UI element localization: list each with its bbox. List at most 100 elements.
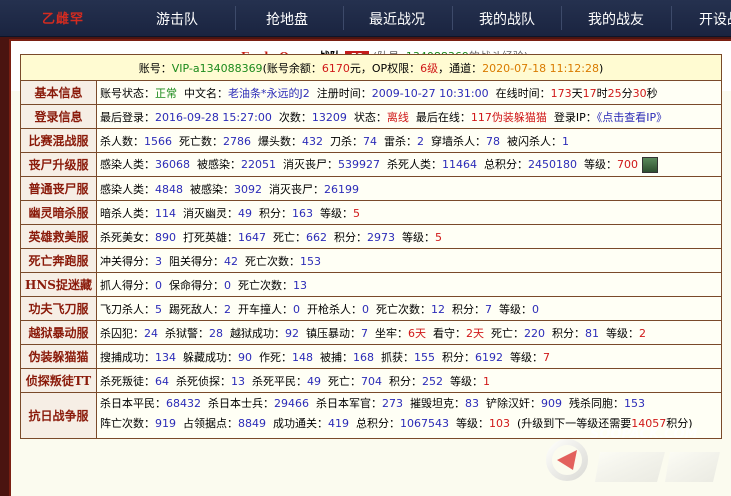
stat-value: 704 xyxy=(361,374,382,388)
stat-value: 2 xyxy=(224,302,231,316)
nav-item-create-team[interactable]: 开设战 xyxy=(699,9,731,29)
stat-label: 开枪杀人： xyxy=(300,302,362,316)
stat-label: 搜捕成功： xyxy=(100,350,155,364)
stat-value: 7 xyxy=(361,326,368,340)
nav-divider xyxy=(671,6,672,30)
stat-label: 等级： xyxy=(599,326,639,340)
stat-row: 伪装躲猫猫 搜捕成功：134 躲藏成功：90 作死：148 被捕：168 抓获：1… xyxy=(20,344,722,369)
stat-value: 81 xyxy=(585,326,599,340)
stat-value: 117伪装躲猫猫 xyxy=(470,110,547,124)
stat-label: 爆头数： xyxy=(251,134,302,148)
category-label: 功夫飞刀服 xyxy=(20,296,97,321)
stat-label: 阵亡次数： xyxy=(100,417,155,430)
stat-value: 0 xyxy=(155,278,162,292)
category-label: 登录信息 xyxy=(20,104,97,129)
op-level: 6级 xyxy=(420,61,439,75)
stat-label: 死亡： xyxy=(321,374,361,388)
stat-value: 13 xyxy=(231,374,245,388)
nav-item-territory[interactable]: 抢地盘 xyxy=(266,9,308,29)
nav-item-guerrilla[interactable]: 游击队 xyxy=(156,9,198,29)
stat-label: 越狱成功： xyxy=(223,326,285,340)
stat-value: 5 xyxy=(353,206,360,220)
stat-label: 杀日本士兵： xyxy=(201,397,274,410)
stat-value: 3 xyxy=(155,254,162,268)
stat-value: 2 xyxy=(639,326,646,340)
account-datetime: 2020-07-18 11:12:28 xyxy=(482,61,599,75)
stat-value: 13 xyxy=(293,278,307,292)
stat-value[interactable]: 《点击查看IP》 xyxy=(597,111,667,124)
site-logo[interactable]: 乙雌罕 xyxy=(42,8,84,27)
stat-values: 搜捕成功：134 躲藏成功：90 作死：148 被捕：168 抓获：155 积分… xyxy=(96,344,722,369)
stat-label: 成功通关： xyxy=(266,417,328,430)
stat-values: 飞刀杀人：5 踢死敌人：2 开车撞人：0 开枪杀人：0 死亡次数：12 积分：7… xyxy=(96,296,722,321)
stat-label: 铲除汉奸： xyxy=(479,397,541,410)
stat-label: 坐牢： xyxy=(368,326,408,340)
stat-value: 68432 xyxy=(166,397,201,410)
nav-item-my-team[interactable]: 我的战队 xyxy=(479,9,535,29)
stat-label: 总积分： xyxy=(349,417,400,430)
stat-values: 杀囚犯：24 杀狱警：28 越狱成功：92 镇压暴动：7 坐牢：6天 看守：2天… xyxy=(96,320,722,345)
stat-value: 1566 xyxy=(144,134,172,148)
stat-value: 11464 xyxy=(442,158,477,171)
stat-value: 老油条*永远的J2 xyxy=(228,86,310,100)
stat-value: 92 xyxy=(285,326,299,340)
stat-value: 134 xyxy=(155,350,176,364)
stat-label: 注册时间： xyxy=(309,86,372,100)
category-label: HNS捉迷藏 xyxy=(20,272,97,297)
stat-label: 消灭丧尸： xyxy=(262,182,324,196)
nav-divider xyxy=(452,6,453,30)
stat-label: 躲藏成功： xyxy=(176,350,238,364)
stat-label: 积分： xyxy=(445,302,485,316)
stat-value: 153 xyxy=(624,397,645,410)
stat-value: 148 xyxy=(292,350,313,364)
stat-label: 次数： xyxy=(271,110,312,124)
stat-value: 2450180 xyxy=(528,158,577,171)
stats-table: 账号：VIP-a134088369(账号余额：6170元，OP权限：6级，通道：… xyxy=(20,54,722,439)
category-label: 英雄救美服 xyxy=(20,224,97,249)
stat-label: 作死： xyxy=(252,350,292,364)
nav-item-recent-battles[interactable]: 最近战况 xyxy=(369,9,425,29)
stat-label: 积分： xyxy=(327,230,367,244)
avatar xyxy=(642,157,658,173)
stat-value: 220 xyxy=(524,326,545,340)
top-nav: 乙雌罕 游击队 抢地盘 最近战况 我的战队 我的战友 开设战 xyxy=(0,0,731,37)
stat-value: 26199 xyxy=(324,182,359,196)
stat-label: 飞刀杀人： xyxy=(100,302,155,316)
stat-row: 侦探叛徒TT 杀死叛徒：64 杀死侦探：13 杀死平民：49 死亡：704 积分：… xyxy=(20,368,722,393)
nav-item-my-teammates[interactable]: 我的战友 xyxy=(588,9,644,29)
stat-values: 账号状态：正常 中文名：老油条*永远的J2 注册时间：2009-10-27 10… xyxy=(96,80,722,105)
stat-label: 天 xyxy=(571,86,583,100)
category-label: 越狱暴动服 xyxy=(20,320,97,345)
stat-value: 2天 xyxy=(466,326,484,340)
stat-row: 基本信息 账号状态：正常 中文名：老油条*永远的J2 注册时间：2009-10-2… xyxy=(20,80,722,105)
stat-row: 幽灵暗杀服 暗杀人类：114 消灭幽灵：49 积分：163 等级：5 xyxy=(20,200,722,225)
stat-value: 36068 xyxy=(155,158,190,171)
stat-values: 杀人数：1566 死亡数：2786 爆头数：432 刀杀：74 雷杀：2 穿墙杀… xyxy=(96,128,722,153)
stat-value: 24 xyxy=(144,326,158,340)
category-label: 比赛混战服 xyxy=(20,128,97,153)
stat-values: 冲关得分：3 阻关得分：42 死亡次数：153 xyxy=(96,248,722,273)
stat-label: 抓人得分： xyxy=(100,278,155,292)
stat-label: 感染人类： xyxy=(100,158,155,171)
stat-value: 432 xyxy=(302,134,323,148)
stat-value: 8849 xyxy=(238,417,266,430)
stat-label: 暗杀人类： xyxy=(100,206,155,220)
stat-label: 积分) xyxy=(666,417,693,430)
stat-value: 64 xyxy=(155,374,169,388)
stat-value: 离线 xyxy=(386,110,409,124)
stat-value: 909 xyxy=(541,397,562,410)
stat-label: 在线时间： xyxy=(488,86,551,100)
stat-label: 死亡数： xyxy=(172,134,223,148)
stat-value: 14057 xyxy=(631,417,667,430)
stat-row: 英雄救美服 杀死美女：890 打死英雄：1647 死亡：662 积分：2973 等… xyxy=(20,224,722,249)
account-label: 账号： xyxy=(138,61,172,75)
stat-values: 杀死美女：890 打死英雄：1647 死亡：662 积分：2973 等级：5 xyxy=(96,224,722,249)
stat-value: 3092 xyxy=(234,182,262,196)
stat-label: 死亡： xyxy=(266,230,306,244)
stat-label: 被感染： xyxy=(190,158,241,171)
stat-value: 42 xyxy=(224,254,238,268)
stat-label: 阻关得分： xyxy=(162,254,224,268)
stat-label: 等级： xyxy=(449,417,489,430)
stat-label: 等级： xyxy=(313,206,353,220)
stat-label: 杀死美女： xyxy=(100,230,155,244)
